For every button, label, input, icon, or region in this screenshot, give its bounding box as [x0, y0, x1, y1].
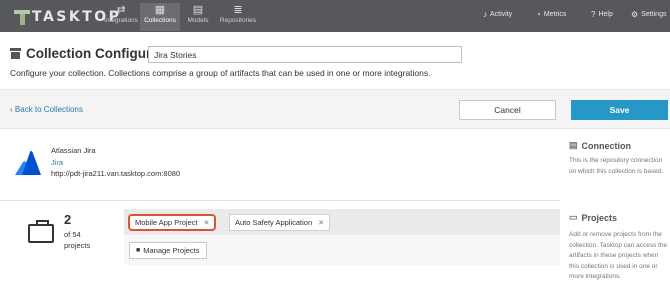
- manage-projects-button[interactable]: ■ Manage Projects: [129, 242, 207, 259]
- projects-side-title-text: Projects: [581, 212, 618, 223]
- top-nav: TASKTOP ⇄ Integrations ▦ Collections ▤ M…: [0, 0, 670, 32]
- nav-activity[interactable]: ♪ Activity: [483, 10, 512, 19]
- projects-label: projects: [64, 241, 91, 250]
- project-total: of 54: [64, 230, 81, 239]
- nav-models-label: Models: [187, 17, 209, 24]
- cancel-button[interactable]: Cancel: [459, 100, 556, 120]
- project-count: 2: [64, 212, 72, 227]
- nav-settings-label: Settings: [641, 11, 667, 18]
- jira-logo-icon: [15, 151, 41, 175]
- tasktop-logo-mark: [14, 9, 30, 25]
- help-icon: ?: [591, 10, 596, 19]
- nav-collections-label: Collections: [144, 17, 176, 24]
- manage-projects-label: Manage Projects: [143, 246, 200, 255]
- nav-metrics-label: Metrics: [543, 11, 567, 18]
- bell-icon: ♪: [483, 10, 487, 19]
- folder-icon: ▭: [569, 212, 578, 222]
- save-button[interactable]: Save: [571, 100, 668, 120]
- remove-tag-icon[interactable]: ✕: [318, 219, 324, 227]
- connection-title: ▤ Connection: [569, 140, 631, 151]
- collections-icon: ▦: [154, 4, 166, 16]
- nav-models[interactable]: ▤ Models: [182, 3, 214, 31]
- nav-activity-label: Activity: [490, 11, 513, 18]
- repository-type: Atlassian Jira: [51, 146, 96, 155]
- projects-side-title: ▭ Projects: [569, 212, 617, 223]
- repository-name-link[interactable]: Jira: [51, 158, 63, 167]
- database-icon: ▤: [569, 140, 578, 150]
- project-tag-label: Mobile App Project: [135, 218, 198, 227]
- connection-description: This is the repository connection on whi…: [569, 157, 664, 175]
- back-link-label: Back to Collections: [14, 105, 83, 114]
- nav-help[interactable]: ? Help: [591, 10, 613, 19]
- section-divider: [0, 200, 560, 201]
- nav-repositories[interactable]: ≣ Repositories: [216, 3, 260, 31]
- gauge-icon: ◔: [536, 10, 541, 19]
- remove-tag-icon[interactable]: ✕: [204, 219, 210, 227]
- nav-metrics[interactable]: ◔ Metrics: [536, 10, 566, 19]
- project-tag-auto-safety[interactable]: Auto Safety Application ✕: [229, 214, 331, 231]
- back-to-collections-link[interactable]: ‹ Back to Collections: [10, 105, 83, 114]
- briefcase-icon: [28, 220, 54, 243]
- models-icon: ▤: [192, 4, 204, 16]
- collection-name-input[interactable]: [148, 46, 462, 63]
- projects-side-description: Add or remove projects from the collecti…: [569, 231, 668, 280]
- nav-help-label: Help: [598, 11, 613, 18]
- repositories-icon: ≣: [233, 4, 243, 16]
- collection-icon: [10, 48, 21, 59]
- nav-collections[interactable]: ▦ Collections: [140, 3, 180, 31]
- action-bar: ‹ Back to Collections Cancel Save: [0, 89, 670, 129]
- connection-title-text: Connection: [581, 140, 632, 151]
- nav-settings[interactable]: ⚙ Settings: [631, 10, 666, 19]
- page-description: Configure your collection. Collections c…: [10, 68, 431, 78]
- gear-icon: ⚙: [631, 10, 639, 19]
- nav-repositories-label: Repositories: [219, 17, 257, 24]
- integrations-icon: ⇄: [116, 4, 126, 16]
- nav-integrations[interactable]: ⇄ Integrations: [102, 3, 140, 31]
- project-tag-label: Auto Safety Application: [235, 218, 313, 227]
- briefcase-icon: ■: [136, 247, 141, 254]
- repository-url: http://pdt-jira211.van.tasktop.com:8080: [51, 169, 181, 178]
- chevron-left-icon: ‹: [10, 105, 13, 114]
- nav-integrations-label: Integrations: [104, 17, 138, 24]
- project-tag-mobile-app[interactable]: Mobile App Project ✕: [128, 214, 217, 231]
